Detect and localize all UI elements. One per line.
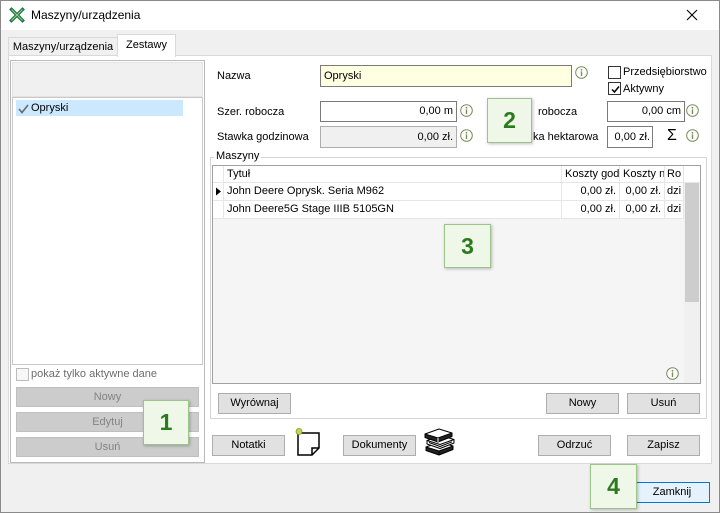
row-indicator-icon bbox=[216, 187, 221, 196]
name-input[interactable]: Opryski bbox=[320, 65, 572, 87]
documents-button[interactable]: Dokumenty bbox=[343, 435, 416, 456]
cell-n-cost[interactable]: 0,00 zł. bbox=[620, 183, 665, 200]
working-speed-label: robocza bbox=[538, 106, 578, 118]
info-icon[interactable] bbox=[686, 129, 699, 142]
sum-button[interactable]: Σ bbox=[667, 126, 677, 146]
info-icon[interactable] bbox=[460, 104, 473, 117]
row-indicator bbox=[213, 201, 224, 218]
machines-grid[interactable]: Tytuł Koszty god Koszty n Ro John Deere … bbox=[212, 165, 701, 384]
column-header-title[interactable]: Tytuł bbox=[224, 166, 562, 182]
working-speed-input[interactable]: 0,00 cm bbox=[607, 101, 685, 122]
grid-vertical-scrollbar[interactable] bbox=[684, 183, 700, 383]
tab-maszyny-urzadzenia[interactable]: Maszyny/urządzenia bbox=[8, 37, 118, 56]
cell-type[interactable]: dzi bbox=[665, 183, 684, 200]
list-header bbox=[12, 62, 203, 97]
save-button[interactable]: Zapisz bbox=[627, 435, 700, 456]
header-indicator-cell bbox=[213, 166, 224, 182]
machines-group-label: Maszyny bbox=[214, 149, 262, 163]
note-icon[interactable] bbox=[294, 427, 322, 457]
annotation-badge-1: 1 bbox=[143, 400, 189, 445]
check-icon bbox=[18, 103, 29, 114]
cell-hourly-cost[interactable]: 0,00 zł. bbox=[562, 201, 620, 218]
info-icon[interactable] bbox=[686, 104, 699, 117]
remove-machine-button[interactable]: Usuń bbox=[627, 393, 700, 414]
info-icon[interactable] bbox=[666, 367, 679, 380]
list-item[interactable]: Opryski bbox=[16, 100, 183, 116]
discard-button[interactable]: Odrzuć bbox=[538, 435, 611, 456]
grid-header: Tytuł Koszty god Koszty n Ro bbox=[213, 166, 700, 183]
header-filler bbox=[684, 166, 700, 182]
active-checkbox[interactable] bbox=[608, 82, 621, 95]
window-title: Maszyny/urządzenia bbox=[31, 8, 141, 22]
annotation-badge-4: 4 bbox=[590, 464, 637, 509]
close-icon[interactable] bbox=[684, 7, 700, 23]
books-icon[interactable] bbox=[424, 427, 456, 457]
hectare-rate-label: ka hektarowa bbox=[533, 131, 599, 143]
cell-title[interactable]: John Deere Oprysk. Seria M962 bbox=[224, 183, 562, 200]
column-header-hourly-cost[interactable]: Koszty god bbox=[562, 166, 620, 182]
row-indicator bbox=[213, 183, 224, 200]
active-label: Aktywny bbox=[623, 83, 664, 95]
working-width-label: Szer. robocza bbox=[217, 106, 285, 118]
align-button[interactable]: Wyrównaj bbox=[218, 393, 291, 414]
excel-x-icon bbox=[9, 7, 25, 23]
cell-hourly-cost[interactable]: 0,00 zł. bbox=[562, 183, 620, 200]
only-active-checkbox[interactable] bbox=[16, 368, 29, 381]
info-icon[interactable] bbox=[460, 129, 473, 142]
tab-zestawy[interactable]: Zestawy bbox=[117, 34, 176, 57]
hectare-rate-input[interactable]: 0,00 zł. bbox=[607, 126, 653, 148]
scrollbar-thumb[interactable] bbox=[685, 183, 699, 302]
info-icon[interactable] bbox=[575, 66, 588, 79]
only-active-label: pokaż tylko aktywne dane bbox=[31, 368, 157, 380]
title-bar: Maszyny/urządzenia bbox=[0, 0, 720, 30]
close-button[interactable]: Zamknij bbox=[634, 482, 710, 503]
column-header-type[interactable]: Ro bbox=[665, 166, 684, 182]
working-width-input[interactable]: 0,00 m bbox=[320, 101, 457, 122]
annotation-badge-2: 2 bbox=[487, 98, 532, 143]
name-label: Nazwa bbox=[217, 70, 251, 82]
table-row[interactable]: John Deere Oprysk. Seria M962 0,00 zł. 0… bbox=[213, 183, 684, 201]
hourly-rate-label: Stawka godzinowa bbox=[217, 131, 309, 143]
hourly-rate-input: 0,00 zł. bbox=[320, 126, 457, 148]
company-label: Przedsiębiorstwo bbox=[623, 66, 707, 78]
sets-list[interactable] bbox=[12, 97, 203, 365]
company-checkbox[interactable] bbox=[608, 66, 621, 79]
table-row[interactable]: John Deere5G Stage IIIB 5105GN 0,00 zł. … bbox=[213, 201, 684, 219]
cell-title[interactable]: John Deere5G Stage IIIB 5105GN bbox=[224, 201, 562, 218]
cell-n-cost[interactable]: 0,00 zł. bbox=[620, 201, 665, 218]
annotation-badge-3: 3 bbox=[444, 224, 491, 268]
cell-type[interactable]: dzi bbox=[665, 201, 684, 218]
add-machine-button[interactable]: Nowy bbox=[546, 393, 619, 414]
notes-button[interactable]: Notatki bbox=[212, 435, 285, 456]
list-item-label: Opryski bbox=[31, 102, 69, 114]
column-header-n-cost[interactable]: Koszty n bbox=[620, 166, 665, 182]
